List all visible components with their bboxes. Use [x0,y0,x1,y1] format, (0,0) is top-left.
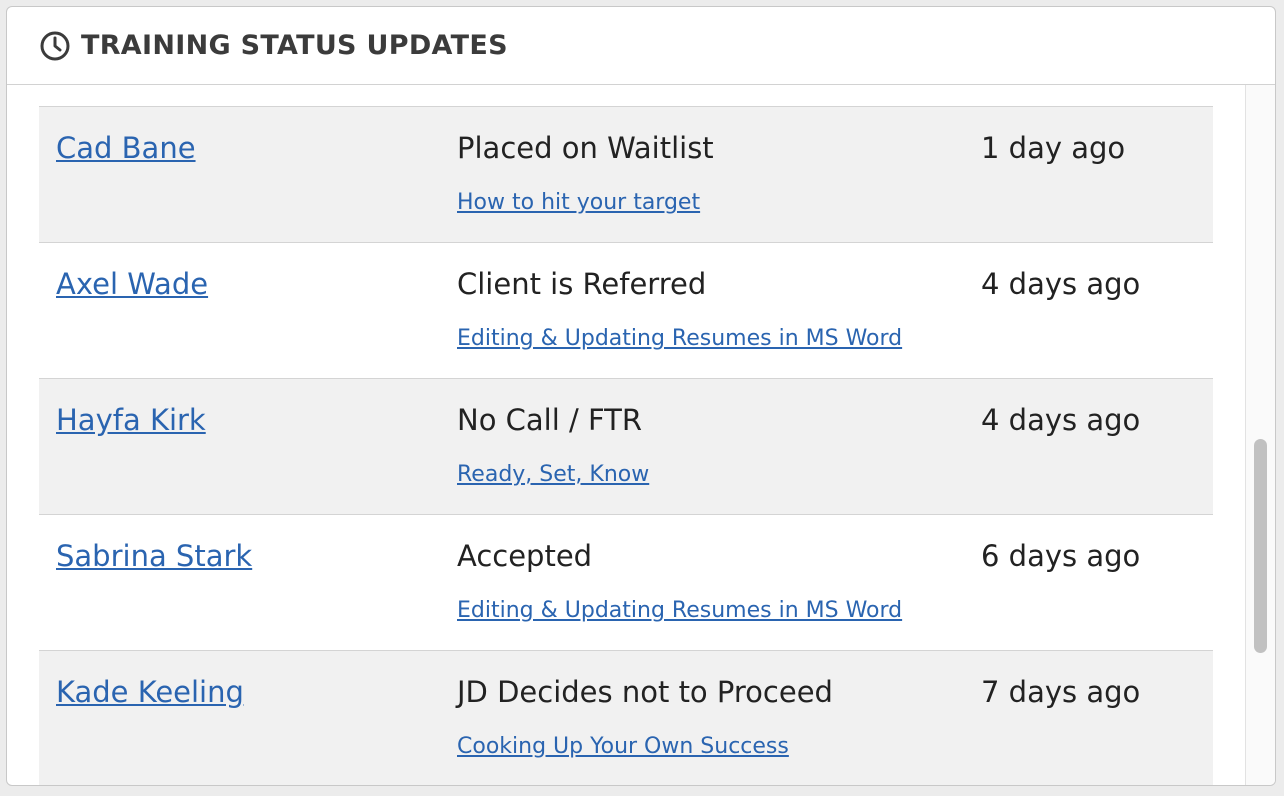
panel-title: TRAINING STATUS UPDATES [81,30,508,61]
client-name-link[interactable]: Cad Bane [56,131,196,165]
client-name-link[interactable]: Sabrina Stark [56,539,252,573]
course-link[interactable]: Editing & Updating Resumes in MS Word [457,326,902,351]
timestamp: 6 days ago [981,539,1141,573]
update-row: Hayfa Kirk No Call / FTR Ready, Set, Kno… [39,378,1213,514]
course-link[interactable]: How to hit your target [457,190,700,215]
vertical-scrollbar[interactable] [1245,85,1275,785]
client-name-link[interactable]: Axel Wade [56,267,208,301]
scrollbar-thumb[interactable] [1254,439,1267,653]
status-text: Client is Referred [457,267,707,301]
course-link[interactable]: Editing & Updating Resumes in MS Word [457,598,902,623]
training-status-panel: TRAINING STATUS UPDATES Cad Bane Placed … [6,6,1276,786]
course-link[interactable]: Ready, Set, Know [457,462,649,487]
timestamp: 1 day ago [981,131,1126,165]
timestamp: 4 days ago [981,403,1141,437]
status-text: Placed on Waitlist [457,131,714,165]
update-row: Axel Wade Client is Referred Editing & U… [39,242,1213,378]
updates-list-viewport[interactable]: Cad Bane Placed on Waitlist How to hit y… [7,85,1245,785]
panel-header: TRAINING STATUS UPDATES [7,7,1275,85]
client-name-link[interactable]: Kade Keeling [56,675,244,709]
status-text: No Call / FTR [457,403,643,437]
update-row: Cad Bane Placed on Waitlist How to hit y… [39,106,1213,242]
status-text: JD Decides not to Proceed [457,675,833,709]
update-row: Sabrina Stark Accepted Editing & Updatin… [39,514,1213,650]
client-name-link[interactable]: Hayfa Kirk [56,403,206,437]
updates-list: Cad Bane Placed on Waitlist How to hit y… [39,106,1213,785]
timestamp: 4 days ago [981,267,1141,301]
status-text: Accepted [457,539,593,573]
timestamp: 7 days ago [981,675,1141,709]
update-row: Kade Keeling JD Decides not to Proceed C… [39,650,1213,785]
course-link[interactable]: Cooking Up Your Own Success [457,734,789,759]
clock-icon [39,30,71,62]
